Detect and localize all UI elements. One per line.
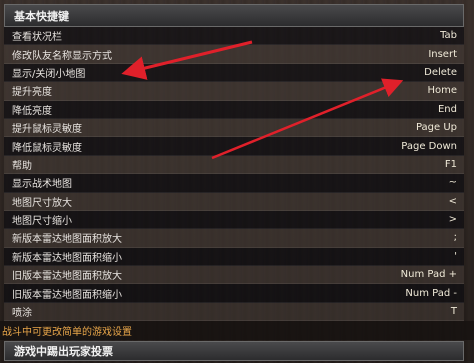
- hotkey-row-status-bar[interactable]: 查看状况栏 Tab: [4, 27, 464, 46]
- hotkey-row-mouse-sensitivity-down[interactable]: 降低鼠标灵敏度 Page Down: [4, 137, 464, 156]
- hotkey-key[interactable]: Delete: [424, 67, 457, 78]
- hotkey-label: 显示/关闭小地图: [12, 68, 86, 80]
- hotkey-label: 地图尺寸缩小: [12, 216, 72, 228]
- hotkey-key[interactable]: End: [438, 104, 457, 115]
- hotkey-row-brightness-up[interactable]: 提升亮度 Home: [4, 82, 464, 101]
- hotkey-key[interactable]: >: [449, 214, 457, 225]
- hotkey-row-map-zoom-out[interactable]: 地图尺寸缩小 >: [4, 210, 464, 230]
- game-settings-screen: 基本快捷键 查看状况栏 Tab 修改队友名称显示方式 Insert 显示/关闭小…: [0, 0, 474, 363]
- hotkey-label: 降低鼠标灵敏度: [12, 142, 82, 154]
- section-title: 基本快捷键: [14, 9, 69, 23]
- hotkey-key[interactable]: Page Down: [401, 141, 457, 152]
- hotkey-label: 降低亮度: [12, 105, 52, 117]
- section-header-basic-hotkeys: 基本快捷键: [4, 4, 464, 27]
- hotkey-label: 提升亮度: [12, 87, 52, 99]
- hotkey-key[interactable]: Num Pad +: [401, 269, 457, 280]
- hotkey-key[interactable]: Insert: [428, 49, 457, 60]
- hotkey-row-mouse-sensitivity-up[interactable]: 提升鼠标灵敏度 Page Up: [4, 118, 464, 138]
- hotkey-row-old-radar-enlarge[interactable]: 旧版本雷达地图面积放大 Num Pad +: [4, 266, 464, 285]
- hotkey-row-spray[interactable]: 喷涂 T: [4, 302, 464, 322]
- hotkey-label: 旧版本雷达地图面积放大: [12, 271, 122, 283]
- hotkey-key[interactable]: <: [449, 196, 457, 207]
- hotkey-row-teammate-names[interactable]: 修改队友名称显示方式 Insert: [4, 45, 464, 64]
- hotkey-list: 查看状况栏 Tab 修改队友名称显示方式 Insert 显示/关闭小地图 Del…: [4, 27, 464, 322]
- hotkey-key[interactable]: T: [451, 306, 457, 317]
- hotkey-row-new-radar-shrink[interactable]: 新版本雷达地图面积缩小 ': [4, 247, 464, 267]
- hotkey-label: 喷涂: [12, 308, 32, 320]
- hotkey-row-tactical-map[interactable]: 显示战术地图 ~: [4, 174, 464, 193]
- in-battle-settings-link[interactable]: 战斗中可更改简单的游戏设置: [0, 321, 474, 340]
- hotkey-label: 查看状况栏: [12, 32, 62, 44]
- hotkey-row-old-radar-shrink[interactable]: 旧版本雷达地图面积缩小 Num Pad -: [4, 284, 464, 303]
- hotkey-key[interactable]: Home: [427, 85, 457, 96]
- hotkey-key[interactable]: ': [454, 251, 457, 262]
- hotkey-row-brightness-down[interactable]: 降低亮度 End: [4, 100, 464, 119]
- hotkey-label: 新版本雷达地图面积放大: [12, 234, 122, 246]
- hotkey-row-help[interactable]: 帮助 F1: [4, 155, 464, 175]
- hotkey-key[interactable]: Num Pad -: [405, 288, 457, 299]
- hotkey-key[interactable]: ;: [454, 232, 457, 243]
- section-header-kick-vote[interactable]: 游戏中踢出玩家投票: [4, 341, 464, 361]
- hotkey-row-minimap-toggle[interactable]: 显示/关闭小地图 Delete: [4, 63, 464, 83]
- in-battle-settings-label: 战斗中可更改简单的游戏设置: [2, 327, 132, 338]
- hotkey-row-new-radar-enlarge[interactable]: 新版本雷达地图面积放大 ;: [4, 229, 464, 248]
- hotkey-key[interactable]: Tab: [440, 30, 457, 41]
- hotkey-label: 修改队友名称显示方式: [12, 50, 112, 62]
- hotkey-label: 显示战术地图: [12, 179, 72, 191]
- kick-vote-title: 游戏中踢出玩家投票: [14, 345, 113, 358]
- hotkey-label: 旧版本雷达地图面积缩小: [12, 289, 122, 301]
- hotkey-key[interactable]: F1: [445, 159, 457, 170]
- hotkey-key[interactable]: Page Up: [416, 122, 457, 133]
- hotkey-key[interactable]: ~: [449, 177, 457, 188]
- hotkey-label: 新版本雷达地图面积缩小: [12, 252, 122, 264]
- hotkey-label: 地图尺寸放大: [12, 197, 72, 209]
- hotkey-label: 帮助: [12, 160, 32, 172]
- hotkey-row-map-zoom-in[interactable]: 地图尺寸放大 <: [4, 192, 464, 211]
- hotkey-label: 提升鼠标灵敏度: [12, 124, 82, 136]
